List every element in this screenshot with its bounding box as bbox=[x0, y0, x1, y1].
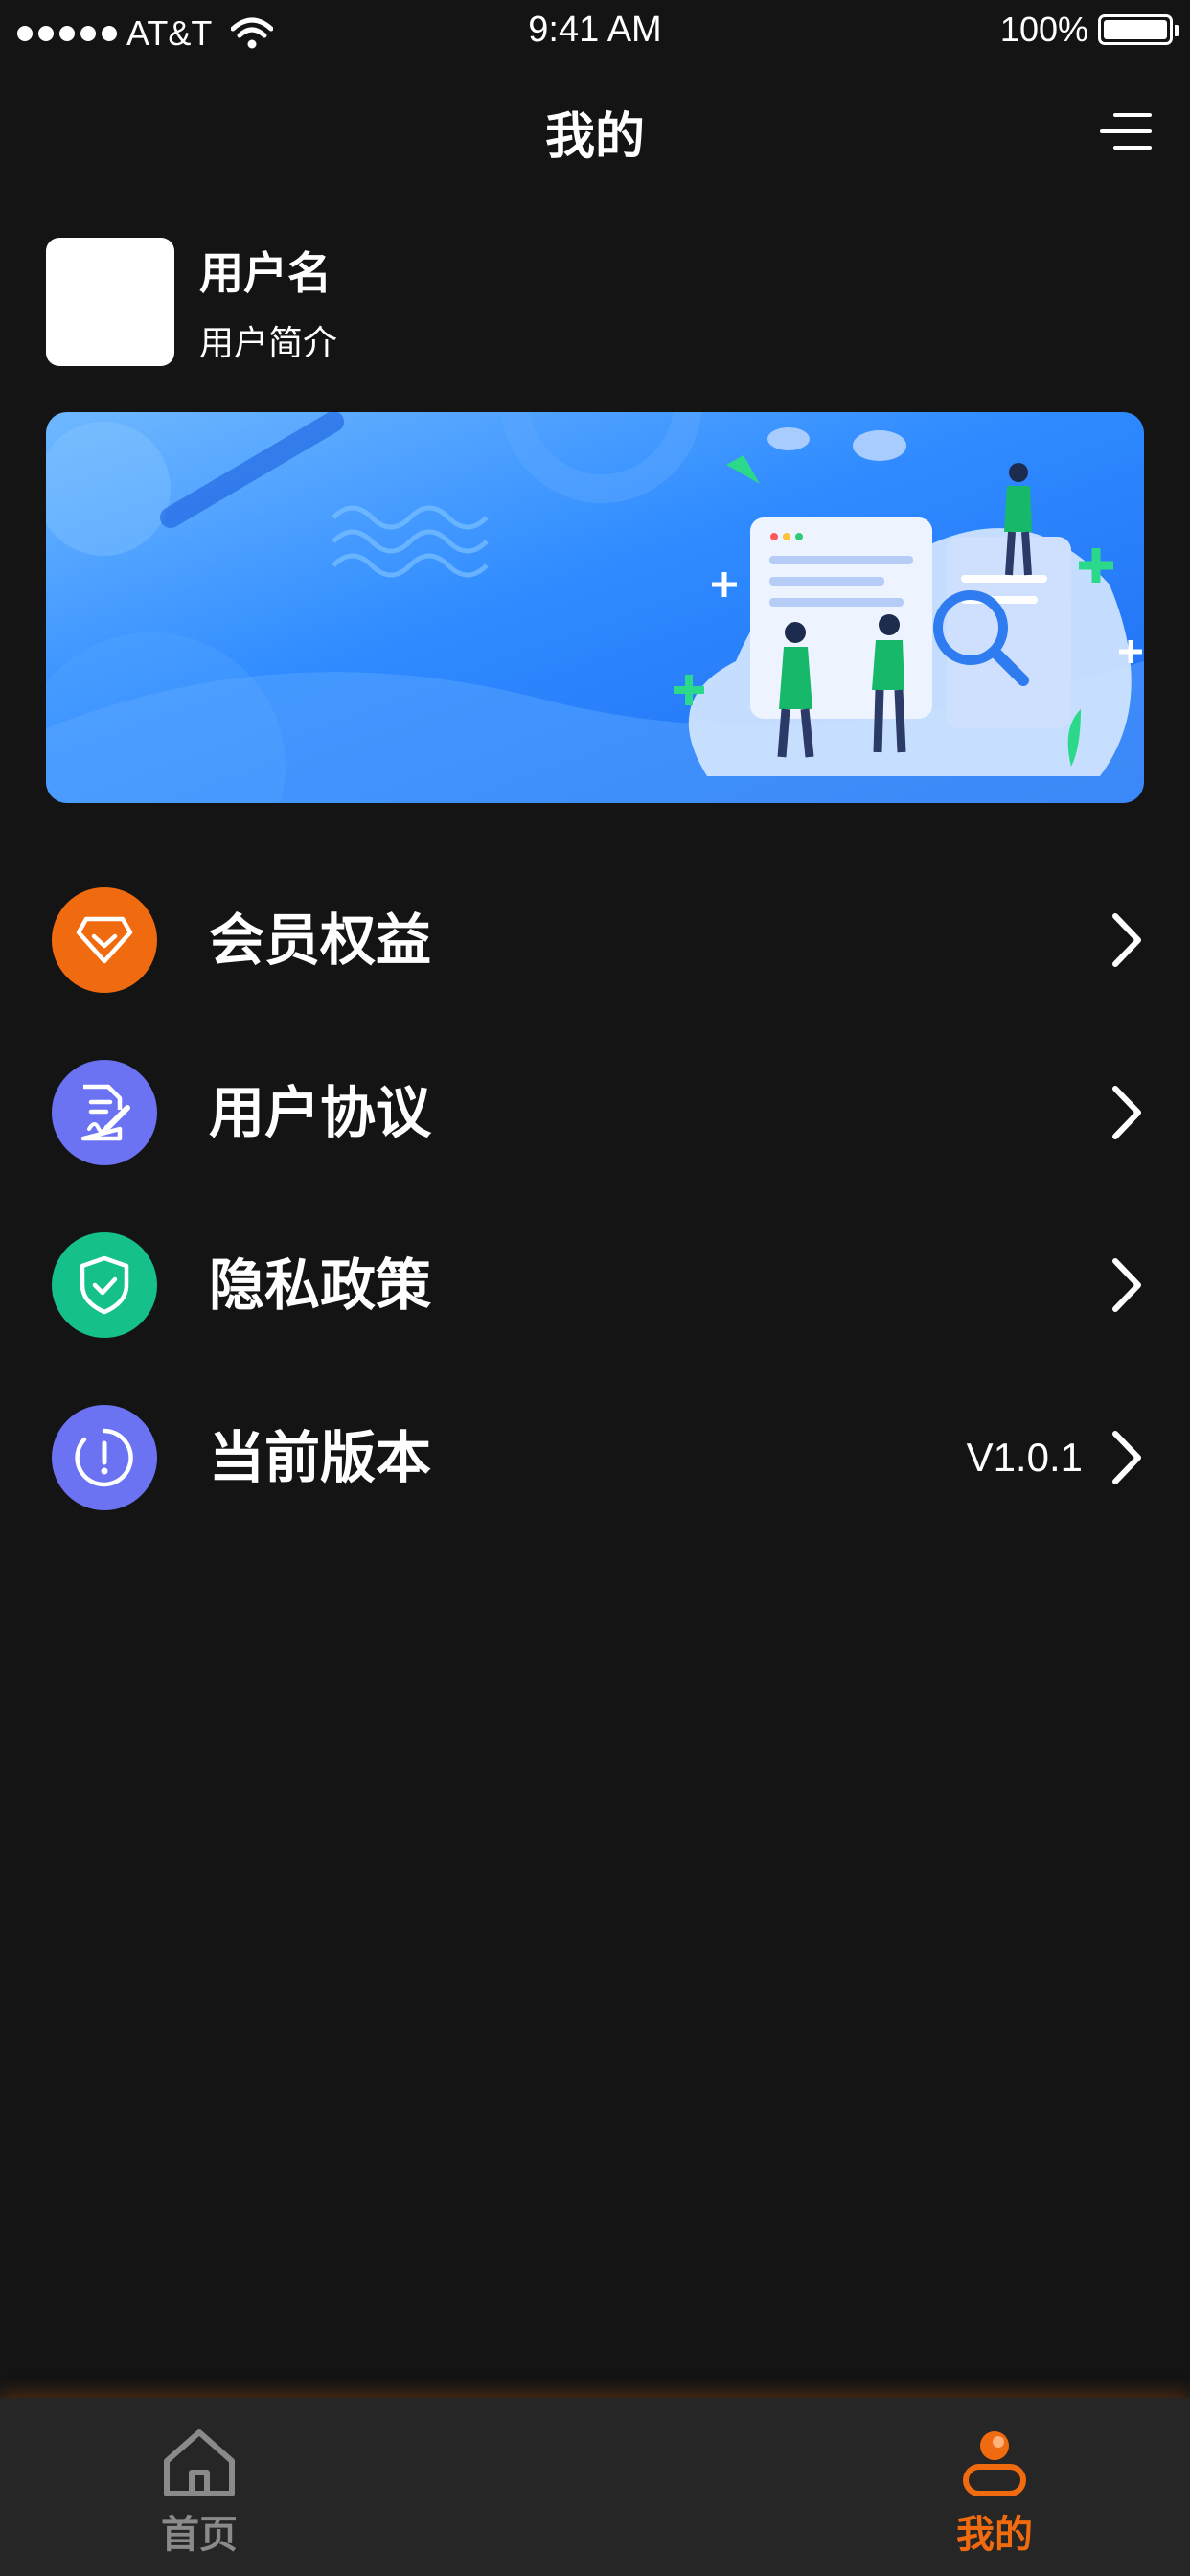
menu-item-user-agreement[interactable]: 用户协议 bbox=[0, 1025, 1190, 1198]
avatar[interactable] bbox=[46, 238, 174, 366]
menu-item-label: 用户协议 bbox=[209, 1080, 432, 1145]
tab-bar: 首页 我的 bbox=[0, 2398, 1190, 2576]
profile-icon bbox=[963, 2431, 1026, 2496]
chevron-right-icon bbox=[1112, 913, 1141, 967]
menu-item-label: 隐私政策 bbox=[209, 1253, 432, 1318]
menu-item-label: 当前版本 bbox=[209, 1425, 432, 1490]
document-sign-icon bbox=[52, 1060, 157, 1165]
chevron-right-icon bbox=[1112, 1258, 1141, 1312]
status-right: 100% bbox=[999, 10, 1179, 50]
profile-text: 用户名 用户简介 bbox=[199, 239, 337, 365]
battery-percent: 100% bbox=[999, 10, 1088, 49]
tab-home[interactable]: 首页 bbox=[75, 2398, 324, 2576]
battery-icon bbox=[1098, 14, 1179, 45]
menu-item-membership[interactable]: 会员权益 bbox=[0, 853, 1190, 1025]
tab-label: 首页 bbox=[161, 2513, 238, 2557]
promo-banner[interactable] bbox=[46, 412, 1144, 803]
shield-check-icon bbox=[52, 1232, 157, 1338]
profile-header[interactable]: 用户名 用户简介 bbox=[46, 238, 337, 366]
chevron-right-icon bbox=[1112, 1431, 1141, 1484]
menu-item-current-version[interactable]: 当前版本 V1.0.1 bbox=[0, 1370, 1190, 1543]
home-icon bbox=[164, 2429, 235, 2496]
version-value: V1.0.1 bbox=[966, 1435, 1083, 1480]
username: 用户名 bbox=[199, 247, 332, 299]
page-title: 我的 bbox=[544, 108, 645, 166]
nav-bar: 我的 bbox=[0, 67, 1190, 192]
banner-illustration bbox=[46, 412, 1144, 803]
menu-item-label: 会员权益 bbox=[209, 908, 432, 973]
tab-mine[interactable]: 我的 bbox=[870, 2398, 1119, 2576]
chevron-right-icon bbox=[1112, 1086, 1141, 1139]
info-icon bbox=[52, 1405, 157, 1510]
diamond-icon bbox=[52, 887, 157, 993]
menu-item-privacy-policy[interactable]: 隐私政策 bbox=[0, 1198, 1190, 1370]
status-bar: AT&T 9:41 AM 100% bbox=[0, 0, 1190, 67]
user-bio: 用户简介 bbox=[199, 324, 338, 363]
menu-list: 会员权益 用户协议 隐私政策 当前版本 V1.0.1 bbox=[0, 853, 1190, 1543]
tab-label: 我的 bbox=[956, 2513, 1033, 2557]
menu-icon[interactable] bbox=[1094, 107, 1152, 155]
